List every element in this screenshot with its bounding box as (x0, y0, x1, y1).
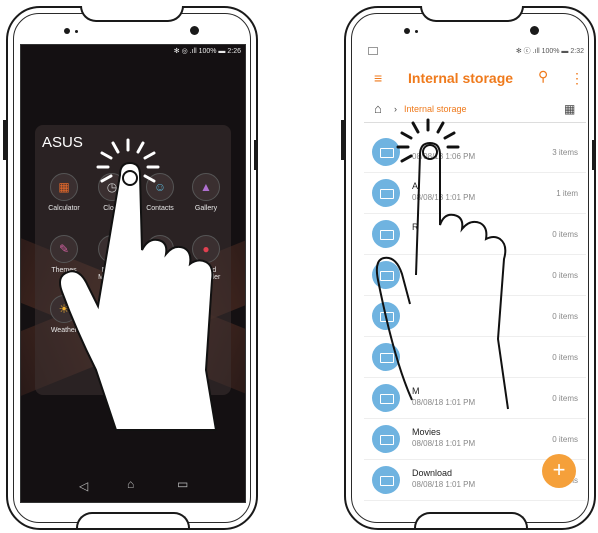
hand-right (375, 141, 509, 410)
tap-point-right (422, 144, 438, 160)
tap-rays-right (396, 118, 460, 163)
swipe-gesture-right (375, 118, 509, 410)
